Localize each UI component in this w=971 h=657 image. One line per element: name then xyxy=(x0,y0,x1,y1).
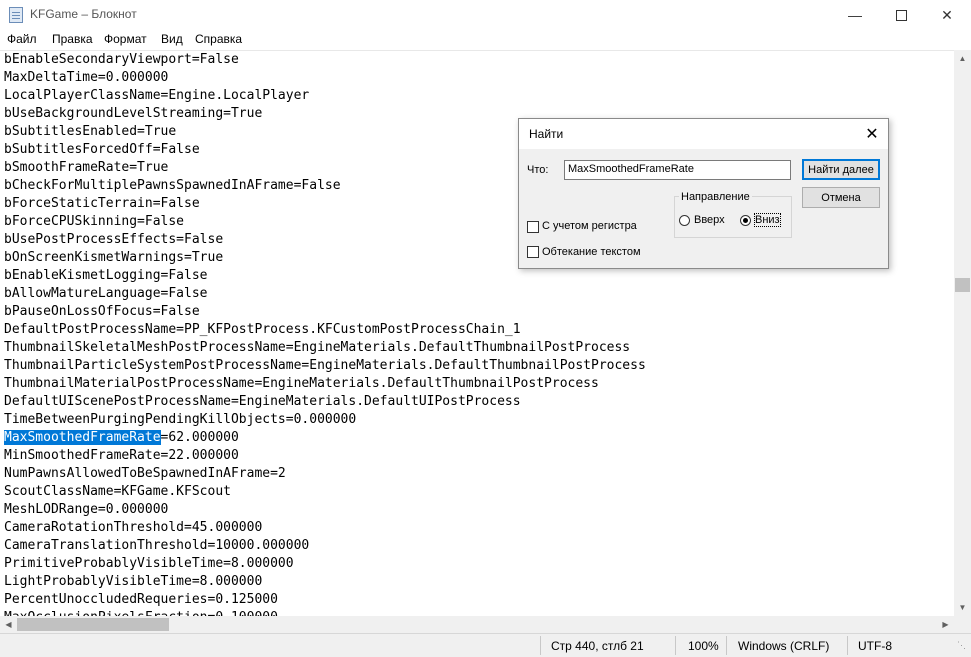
find-next-button[interactable]: Найти далее xyxy=(802,159,880,180)
encoding: UTF-8 xyxy=(858,639,892,653)
menu-file[interactable]: Файл xyxy=(7,32,37,46)
vertical-scrollbar[interactable]: ▲ ▼ xyxy=(954,50,971,616)
direction-up-label[interactable]: Вверх xyxy=(694,214,725,226)
text-line: PrimitiveProbablyVisibleTime=8.000000 xyxy=(4,556,294,571)
wrap-around-label[interactable]: Обтекание текстом xyxy=(542,246,641,258)
status-divider xyxy=(540,636,541,655)
cancel-button[interactable]: Отмена xyxy=(802,187,880,208)
scroll-up-icon[interactable]: ▲ xyxy=(954,50,971,67)
text-line: MaxDeltaTime=0.000000 xyxy=(4,70,169,85)
text-line: bUseBackgroundLevelStreaming=True xyxy=(4,106,263,121)
text-line: DefaultUIScenePostProcessName=EngineMate… xyxy=(4,394,521,409)
direction-up-radio[interactable] xyxy=(679,215,690,226)
menu-format[interactable]: Формат xyxy=(104,32,147,46)
find-dialog: Найти ✕ Что: MaxSmoothedFrameRate Найти … xyxy=(518,118,889,269)
close-icon: ✕ xyxy=(941,6,953,23)
text-line: bSubtitlesEnabled=True xyxy=(4,124,177,139)
resize-grip-icon[interactable]: ⋱ xyxy=(957,640,966,651)
status-divider xyxy=(675,636,676,655)
status-divider xyxy=(726,636,727,655)
minimize-button[interactable]: — xyxy=(832,0,878,30)
text-line: bForceStaticTerrain=False xyxy=(4,196,200,211)
text-line: TimeBetweenPurgingPendingKillObjects=0.0… xyxy=(4,412,357,427)
match-case-checkbox[interactable] xyxy=(527,221,539,233)
direction-down-label[interactable]: Вниз xyxy=(754,213,781,227)
text-line: ScoutClassName=KFGame.KFScout xyxy=(4,484,231,499)
text-line: MeshLODRange=0.000000 xyxy=(4,502,169,517)
find-what-input[interactable]: MaxSmoothedFrameRate xyxy=(564,160,791,180)
find-what-label: Что: xyxy=(527,164,549,176)
text-line: LocalPlayerClassName=Engine.LocalPlayer xyxy=(4,88,310,103)
menu-bar: Файл Правка Формат Вид Справка xyxy=(0,30,971,49)
text-line: bOnScreenKismetWarnings=True xyxy=(4,250,224,265)
text-line: bSmoothFrameRate=True xyxy=(4,160,169,175)
text-line: bCheckForMultiplePawnsSpawnedInAFrame=Fa… xyxy=(4,178,341,193)
selected-text-line: MaxSmoothedFrameRate=62.000000 xyxy=(4,429,239,447)
title-bar: KFGame – Блокнот — ✕ xyxy=(0,0,971,30)
close-icon: ✕ xyxy=(865,126,879,143)
minimize-icon: — xyxy=(848,7,862,23)
text-line: bForceCPUSkinning=False xyxy=(4,214,185,229)
notepad-icon xyxy=(9,7,23,23)
menu-help[interactable]: Справка xyxy=(195,32,242,46)
text-line: ThumbnailMaterialPostProcessName=EngineM… xyxy=(4,376,599,391)
zoom-level: 100% xyxy=(688,639,719,653)
text-line: MinSmoothedFrameRate=22.000000 xyxy=(4,448,239,463)
text-line: NumPawnsAllowedToBeSpawnedInAFrame=2 xyxy=(4,466,286,481)
scroll-right-icon[interactable]: ▶ xyxy=(937,616,954,633)
text-line: bAllowMatureLanguage=False xyxy=(4,286,208,301)
window-title: KFGame – Блокнот xyxy=(30,7,137,21)
find-dialog-titlebar[interactable]: Найти ✕ xyxy=(519,119,888,149)
text-line: bPauseOnLossOfFocus=False xyxy=(4,304,200,319)
text-line: bUsePostProcessEffects=False xyxy=(4,232,224,247)
maximize-icon xyxy=(895,9,907,21)
match-case-label[interactable]: С учетом регистра xyxy=(542,220,637,232)
direction-down-radio[interactable] xyxy=(740,215,751,226)
text-line: bSubtitlesForcedOff=False xyxy=(4,142,200,157)
line-endings: Windows (CRLF) xyxy=(738,639,830,653)
text-line: ThumbnailParticleSystemPostProcessName=E… xyxy=(4,358,646,373)
text-line: CameraRotationThreshold=45.000000 xyxy=(4,520,263,535)
text-line: bEnableSecondaryViewport=False xyxy=(4,52,239,67)
text-line: bEnableKismetLogging=False xyxy=(4,268,208,283)
horizontal-scroll-thumb[interactable] xyxy=(17,618,169,631)
find-dialog-title: Найти xyxy=(529,127,564,141)
find-dialog-close-button[interactable]: ✕ xyxy=(857,121,887,147)
horizontal-scrollbar[interactable]: ◀ ▶ xyxy=(0,616,954,633)
status-divider xyxy=(847,636,848,655)
direction-label: Направление xyxy=(679,191,752,203)
maximize-button[interactable] xyxy=(878,0,924,30)
text-line: CameraTranslationThreshold=10000.000000 xyxy=(4,538,310,553)
scroll-corner xyxy=(954,616,971,633)
text-line: PercentUnoccludedRequeries=0.125000 xyxy=(4,592,278,607)
selected-text: MaxSmoothedFrameRate xyxy=(4,430,161,445)
selected-line-rest: =62.000000 xyxy=(160,430,239,445)
menu-edit[interactable]: Правка xyxy=(52,32,93,46)
wrap-around-checkbox[interactable] xyxy=(527,246,539,258)
text-line: LightProbablyVisibleTime=8.000000 xyxy=(4,574,263,589)
cursor-position: Стр 440, стлб 21 xyxy=(551,639,644,653)
scroll-left-icon[interactable]: ◀ xyxy=(0,616,17,633)
scroll-down-icon[interactable]: ▼ xyxy=(954,599,971,616)
text-line: ThumbnailSkeletalMeshPostProcessName=Eng… xyxy=(4,340,631,355)
close-button[interactable]: ✕ xyxy=(924,0,970,30)
menu-view[interactable]: Вид xyxy=(161,32,183,46)
vertical-scroll-thumb[interactable] xyxy=(955,278,970,292)
status-bar: Стр 440, стлб 21 100% Windows (CRLF) UTF… xyxy=(0,633,971,657)
text-line: DefaultPostProcessName=PP_KFPostProcess.… xyxy=(4,322,521,337)
